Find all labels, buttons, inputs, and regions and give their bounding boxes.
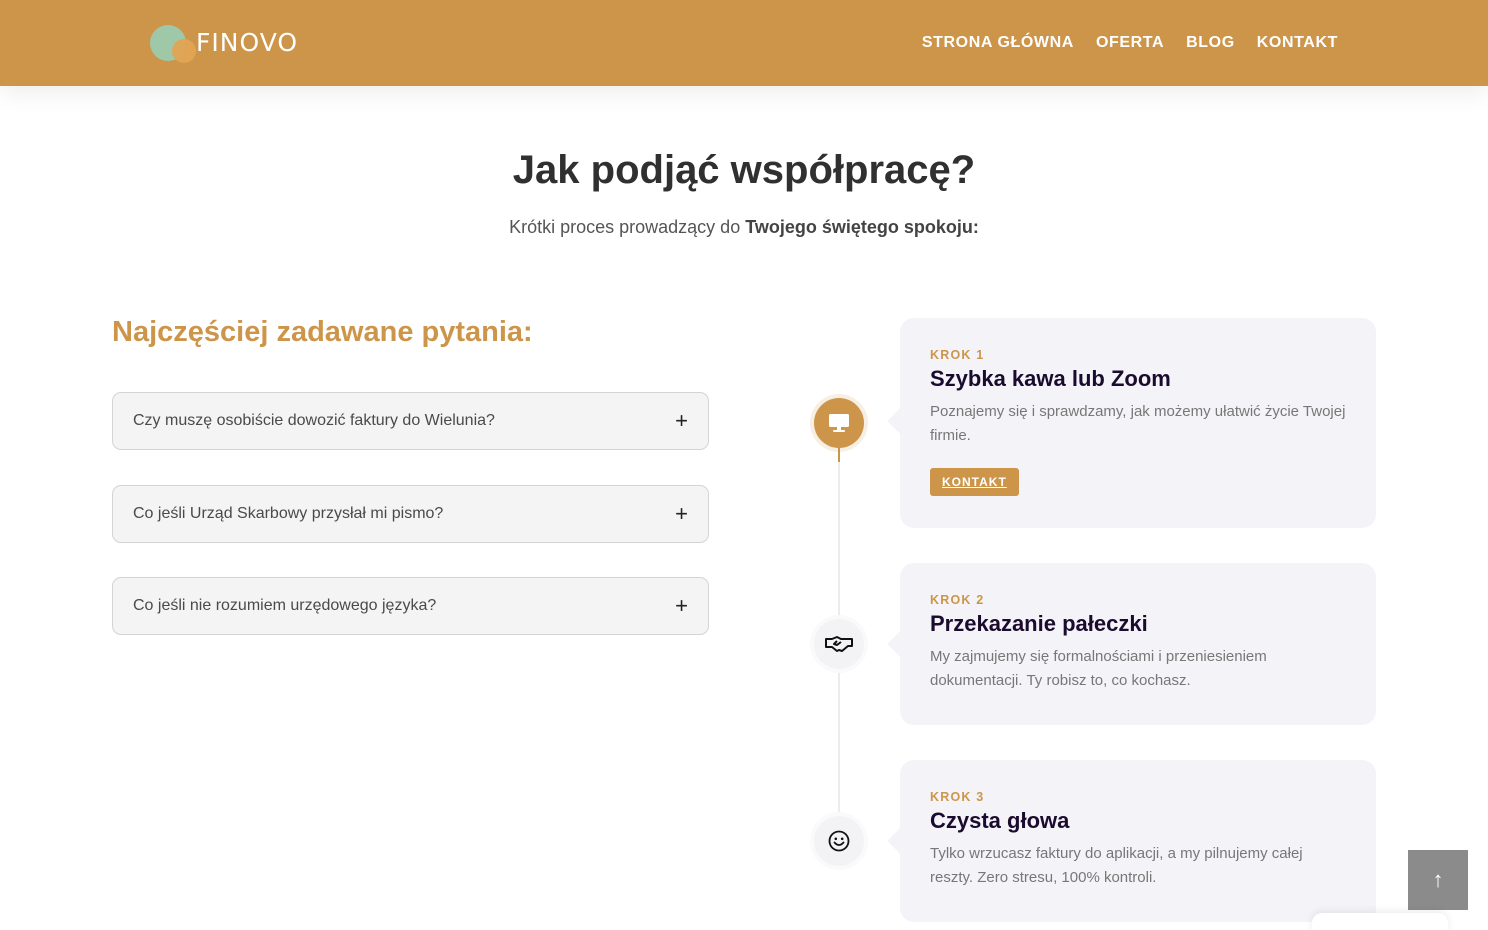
logo-mark-icon [150, 24, 196, 64]
page-subtitle: Krótki proces prowadzący do Twojego świę… [0, 217, 1488, 238]
step-card: KROK 2 Przekazanie pałeczki My zajmujemy… [900, 563, 1376, 725]
main-nav: STRONA GŁÓWNA OFERTA BLOG KONTAKT [922, 0, 1338, 86]
contact-button[interactable]: KONTAKT [930, 468, 1019, 496]
step-card: KROK 3 Czysta głowa Tylko wrzucasz faktu… [900, 760, 1376, 922]
step-title: Przekazanie pałeczki [930, 611, 1148, 636]
step-card: KROK 1 Szybka kawa lub Zoom Poznajemy si… [900, 318, 1376, 528]
logo[interactable]: FINOVO [150, 24, 297, 64]
faq-question: Co jeśli nie rozumiem urzędowego języka? [133, 597, 437, 614]
page-title: Jak podjąć współpracę? [512, 148, 976, 192]
step-text: My zajmujemy się formalnościami i przeni… [930, 648, 1267, 689]
timeline-dot-step-1 [814, 398, 864, 448]
faq-item[interactable]: Co jeśli Urząd Skarbowy przysłał mi pism… [112, 485, 709, 543]
step-text: Tylko wrzucasz faktury do aplikacji, a m… [930, 845, 1303, 886]
brand-name: FINOVO [196, 28, 299, 57]
faq-item[interactable]: Co jeśli nie rozumiem urzędowego języka?… [112, 577, 709, 635]
timeline-dot-step-2 [814, 619, 864, 669]
scroll-to-top-button[interactable]: ↑ [1408, 850, 1468, 910]
faq-title: Najczęściej zadawane pytania: [112, 316, 533, 348]
site-header: FINOVO STRONA GŁÓWNA OFERTA BLOG KONTAKT [0, 0, 1488, 86]
step-label: KROK 1 [930, 348, 985, 362]
arrow-up-icon: ↑ [1432, 867, 1444, 892]
subtitle-emphasis: Twojego świętego spokoju: [745, 217, 979, 237]
plus-icon[interactable]: + [675, 595, 688, 617]
nav-offer[interactable]: OFERTA [1096, 34, 1164, 52]
step-label: KROK 3 [930, 790, 985, 804]
monitor-icon [829, 414, 849, 432]
nav-blog[interactable]: BLOG [1186, 34, 1235, 52]
plus-icon[interactable]: + [675, 410, 688, 432]
plus-icon[interactable]: + [675, 503, 688, 525]
step-title: Szybka kawa lub Zoom [930, 366, 1171, 391]
timeline-dot-step-3 [814, 816, 864, 866]
faq-item[interactable]: Czy muszę osobiście dowozić faktury do W… [112, 392, 709, 450]
faq-question: Co jeśli Urząd Skarbowy przysłał mi pism… [133, 505, 444, 522]
step-text: Poznajemy się i sprawdzamy, jak możemy u… [930, 403, 1346, 444]
step-label: KROK 2 [930, 593, 985, 607]
handshake-icon [825, 636, 853, 652]
faq-question: Czy muszę osobiście dowozić faktury do W… [133, 412, 495, 429]
chat-widget-edge[interactable] [1312, 913, 1448, 930]
step-title: Czysta głowa [930, 808, 1070, 833]
nav-contact[interactable]: KONTAKT [1257, 34, 1338, 52]
smile-icon [828, 830, 850, 852]
nav-home[interactable]: STRONA GŁÓWNA [922, 34, 1074, 52]
subtitle-text: Krótki proces prowadzący do [509, 217, 746, 237]
